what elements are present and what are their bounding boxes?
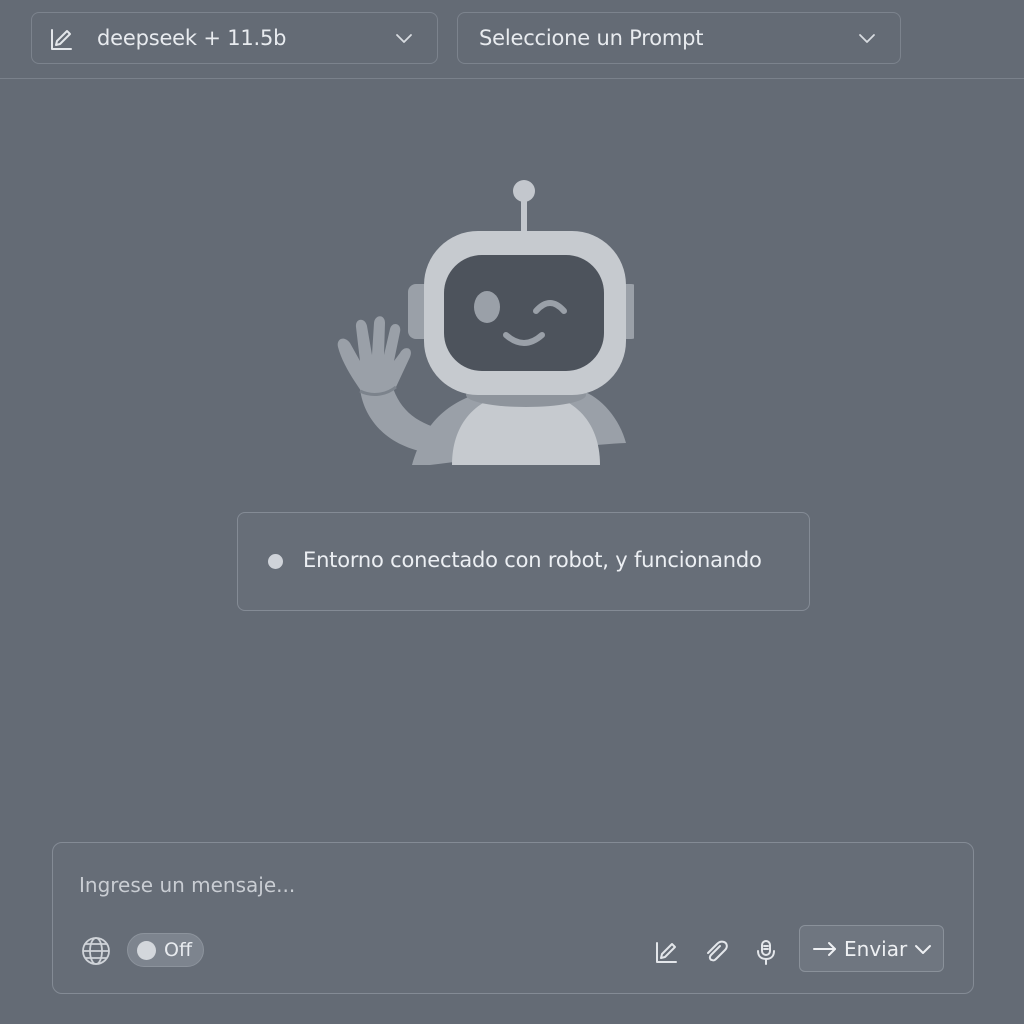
status-text: Entorno conectado con robot, y funcionan… bbox=[303, 548, 762, 572]
prompt-select[interactable]: Seleccione un Prompt bbox=[457, 12, 901, 64]
web-search-toggle[interactable]: Off bbox=[127, 933, 204, 967]
globe-icon[interactable] bbox=[80, 935, 112, 967]
chevron-down-icon bbox=[859, 34, 875, 43]
toggle-label: Off bbox=[164, 939, 193, 961]
message-input[interactable] bbox=[79, 867, 639, 903]
model-select-value: deepseek + 11.5b bbox=[97, 26, 287, 50]
status-indicator bbox=[268, 554, 283, 569]
message-composer: Off Enviar bbox=[52, 842, 974, 994]
send-button[interactable]: Enviar bbox=[799, 925, 944, 972]
robot-illustration bbox=[337, 180, 634, 465]
arrow-right-icon bbox=[813, 942, 836, 956]
chevron-down-icon[interactable] bbox=[914, 943, 932, 956]
prompt-select-value: Seleccione un Prompt bbox=[479, 26, 704, 50]
edit-icon[interactable] bbox=[653, 938, 681, 966]
toggle-knob bbox=[137, 941, 156, 960]
microphone-icon[interactable] bbox=[752, 938, 780, 966]
chevron-down-icon bbox=[396, 34, 412, 43]
status-banner: Entorno conectado con robot, y funcionan… bbox=[237, 512, 810, 611]
paperclip-icon[interactable] bbox=[702, 938, 730, 966]
top-bar: deepseek + 11.5b Seleccione un Prompt bbox=[0, 0, 1024, 79]
model-select[interactable]: deepseek + 11.5b bbox=[31, 12, 438, 64]
send-label: Enviar bbox=[844, 937, 908, 961]
chat-app: deepseek + 11.5b Seleccione un Prompt En… bbox=[0, 0, 1024, 1024]
edit-icon bbox=[51, 29, 72, 50]
